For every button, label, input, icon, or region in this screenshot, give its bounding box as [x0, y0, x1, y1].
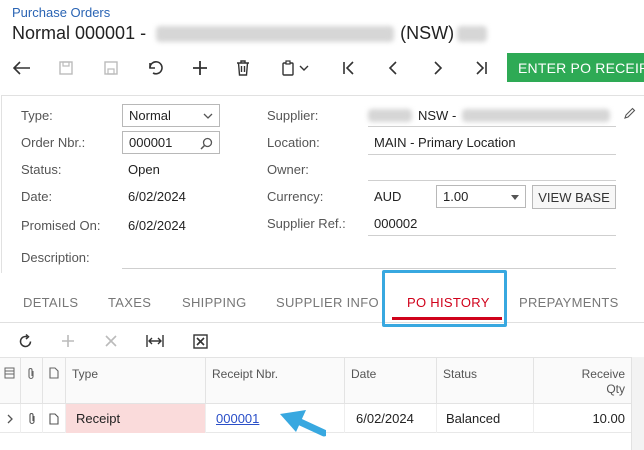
attachment-icon[interactable]	[21, 404, 43, 433]
promised-on-label: Promised On:	[21, 218, 101, 233]
tab-shipping[interactable]: SHIPPING	[182, 295, 247, 310]
type-select[interactable]: Normal	[122, 104, 220, 127]
fit-columns-icon[interactable]	[141, 325, 169, 357]
column-received-qty-line2: Qty	[606, 382, 625, 396]
delete-row-icon[interactable]	[97, 325, 125, 357]
cell-type: Receipt	[66, 404, 206, 433]
supplier-label: Supplier:	[267, 108, 319, 123]
tab-prepayments[interactable]: PREPAYMENTS	[519, 295, 619, 310]
tab-supplier-info[interactable]: SUPPLIER INFO	[276, 295, 379, 310]
chevron-down-icon[interactable]	[294, 50, 314, 86]
redacted-title-tail	[457, 25, 488, 42]
export-excel-icon[interactable]	[186, 325, 214, 357]
order-nbr-field[interactable]: 000001	[122, 131, 220, 154]
undo-icon[interactable]	[137, 50, 173, 86]
redacted-supplier-code	[368, 109, 412, 122]
refresh-icon[interactable]	[11, 325, 39, 357]
location-value[interactable]: MAIN - Primary Location	[374, 135, 516, 150]
note-column-icon	[43, 358, 66, 405]
next-record-icon[interactable]	[420, 50, 456, 86]
add-row-icon[interactable]	[54, 325, 82, 357]
add-icon[interactable]	[182, 50, 218, 86]
date-label: Date:	[21, 189, 53, 204]
annotation-highlight-box	[382, 270, 507, 327]
column-received-qty[interactable]: Receive Qty	[534, 358, 631, 405]
description-label: Description:	[21, 250, 90, 265]
supplier-underline	[368, 126, 616, 127]
cell-received-qty: 10.00	[592, 411, 625, 426]
status-label: Status:	[21, 162, 62, 177]
status-value: Open	[128, 162, 160, 177]
column-date[interactable]: Date	[345, 358, 437, 405]
attachment-column-icon	[21, 358, 43, 405]
description-field-underline[interactable]	[122, 268, 616, 269]
currency-value[interactable]: AUD	[374, 189, 401, 204]
supplier-ref-underline	[368, 235, 616, 236]
tab-details[interactable]: DETAILS	[23, 295, 78, 310]
type-value: Normal	[129, 108, 171, 123]
cell-date: 6/02/2024	[345, 404, 437, 433]
title-suffix: (NSW)	[400, 23, 455, 43]
edit-pencil-icon[interactable]	[624, 106, 636, 122]
receipt-nbr-link[interactable]: 000001	[216, 411, 259, 426]
vertical-scrollbar[interactable]	[631, 357, 644, 450]
view-base-button[interactable]: VIEW BASE	[532, 185, 616, 209]
cell-status: Balanced	[437, 404, 534, 433]
caret-down-icon	[511, 188, 519, 203]
supplier-ref-value[interactable]: 000002	[374, 216, 417, 231]
row-settings-icon[interactable]	[0, 358, 21, 405]
redacted-supplier-name	[156, 25, 395, 42]
column-type[interactable]: Type	[66, 358, 206, 405]
currency-label: Currency:	[267, 189, 324, 204]
type-label: Type:	[21, 108, 53, 123]
supplier-ref-label: Supplier Ref.:	[267, 216, 346, 231]
note-icon[interactable]	[43, 404, 66, 433]
order-nbr-label: Order Nbr.:	[21, 135, 86, 150]
column-received-qty-line1: Receive	[581, 367, 625, 381]
supplier-field[interactable]: NSW -	[368, 108, 616, 123]
chevron-down-icon	[203, 107, 213, 122]
annotation-arrow-icon	[280, 410, 326, 437]
previous-record-icon[interactable]	[375, 50, 411, 86]
column-status[interactable]: Status	[437, 358, 534, 405]
order-nbr-value: 000001	[129, 135, 173, 150]
date-value[interactable]: 6/02/2024	[128, 189, 186, 204]
tab-bar: DETAILS TAXES SHIPPING SUPPLIER INFO PO …	[0, 283, 644, 323]
first-record-icon[interactable]	[331, 50, 367, 86]
location-underline	[368, 154, 616, 155]
save-icon[interactable]	[93, 50, 129, 86]
title-prefix: Normal 000001 -	[12, 23, 147, 43]
search-icon[interactable]	[200, 134, 213, 153]
owner-label: Owner:	[267, 162, 309, 177]
redacted-supplier-desc	[462, 109, 611, 122]
supplier-value: NSW -	[418, 108, 457, 123]
page-title: Normal 000001 - (NSW)	[12, 23, 488, 44]
grid-toolbar	[0, 325, 644, 357]
breadcrumb[interactable]: Purchase Orders	[12, 5, 110, 20]
grid-header: Type Receipt Nbr. Date Status Receive Qt…	[0, 357, 644, 405]
enter-po-receipt-button[interactable]: ENTER PO RECEIP	[507, 53, 644, 82]
column-receipt-nbr[interactable]: Receipt Nbr.	[206, 358, 345, 405]
delete-icon[interactable]	[225, 50, 261, 86]
owner-field-underline[interactable]	[368, 180, 616, 181]
rate-value: 1.00	[443, 189, 469, 204]
rate-select[interactable]: 1.00	[436, 185, 526, 208]
back-arrow-icon[interactable]	[4, 50, 40, 86]
tab-taxes[interactable]: TAXES	[108, 295, 151, 310]
last-record-icon[interactable]	[463, 50, 499, 86]
promised-on-value[interactable]: 6/02/2024	[128, 218, 186, 233]
location-label: Location:	[267, 135, 320, 150]
row-selector-icon[interactable]	[0, 404, 21, 433]
save-close-icon[interactable]	[48, 50, 84, 86]
